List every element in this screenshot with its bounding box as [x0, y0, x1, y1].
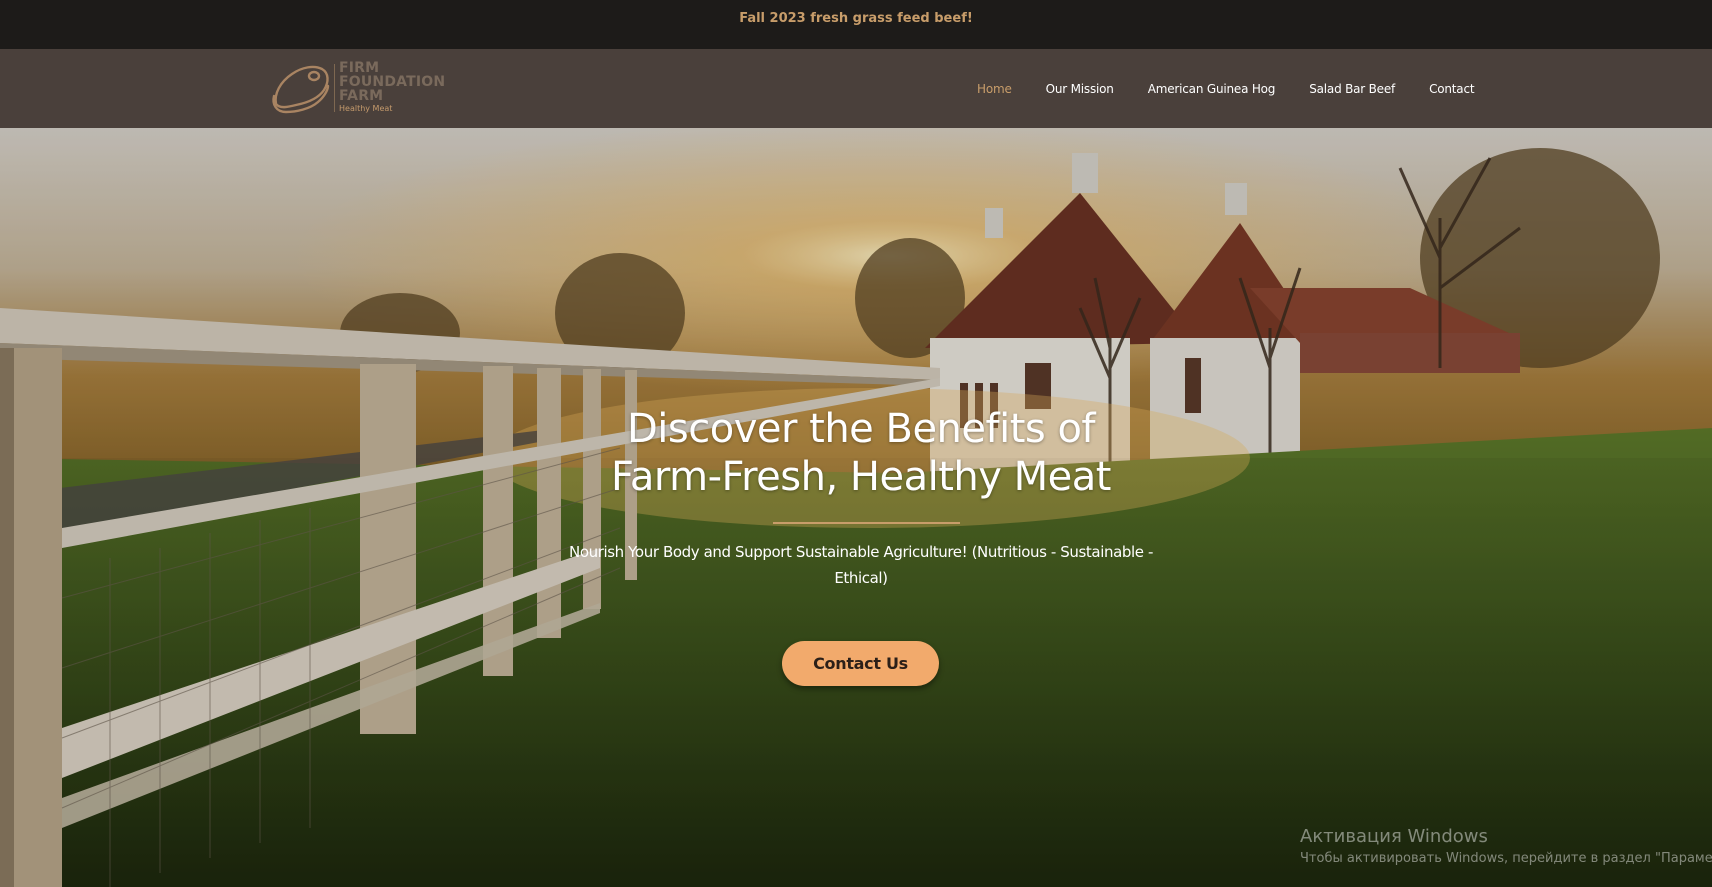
logo-line-1: FIRM	[339, 60, 380, 76]
site-logo[interactable]: FIRM FOUNDATION FARM Healthy Meat	[270, 58, 460, 118]
contact-us-button[interactable]: Contact Us	[782, 641, 939, 686]
nav-item-american-guinea-hog[interactable]: American Guinea Hog	[1131, 82, 1293, 96]
hero-title-line-2: Farm-Fresh, Healthy Meat	[611, 454, 1111, 500]
main-nav: Home Our Mission American Guinea Hog Sal…	[960, 49, 1491, 128]
hero-content: Discover the Benefits of Farm-Fresh, Hea…	[0, 128, 1712, 887]
hero-divider	[773, 522, 960, 524]
nav-item-contact[interactable]: Contact	[1412, 82, 1491, 96]
hero-section: Discover the Benefits of Farm-Fresh, Hea…	[0, 128, 1712, 887]
nav-item-salad-bar-beef[interactable]: Salad Bar Beef	[1292, 82, 1412, 96]
logo-divider	[334, 64, 335, 112]
announcement-bar: Fall 2023 fresh grass feed beef!	[0, 0, 1712, 49]
announcement-text: Fall 2023 fresh grass feed beef!	[739, 10, 973, 26]
site-header: FIRM FOUNDATION FARM Healthy Meat Home O…	[0, 49, 1712, 128]
steak-icon	[272, 65, 330, 114]
hero-subtitle: Nourish Your Body and Support Sustainabl…	[569, 543, 1153, 587]
logo-line-2: FOUNDATION	[339, 74, 446, 90]
logo-tagline: Healthy Meat	[339, 104, 393, 113]
hero-title-line-1: Discover the Benefits of	[626, 406, 1096, 452]
logo-wordmark: FIRM FOUNDATION FARM Healthy Meat	[339, 61, 445, 115]
nav-item-our-mission[interactable]: Our Mission	[1029, 82, 1131, 96]
logo-line-3: FARM	[339, 88, 384, 104]
nav-item-home[interactable]: Home	[960, 82, 1029, 96]
hero-title: Discover the Benefits of Farm-Fresh, Hea…	[456, 405, 1266, 501]
